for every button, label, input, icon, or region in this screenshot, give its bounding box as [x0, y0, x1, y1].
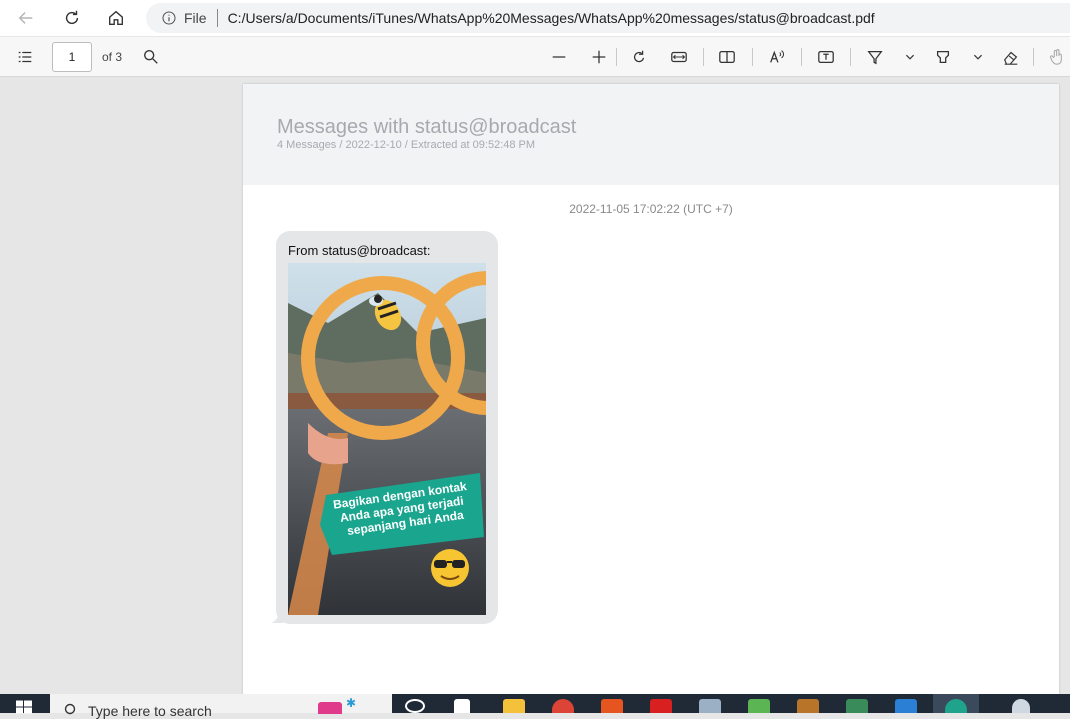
home-icon: [109, 10, 123, 25]
taskbar: Type here to search ✱: [0, 694, 1070, 719]
rotate-button[interactable]: [628, 46, 650, 68]
arrow-left-icon: [18, 12, 33, 24]
file-explorer-icon[interactable]: [503, 699, 525, 713]
search-icon: [64, 703, 76, 715]
document-subtitle: 4 Messages / 2022-12-10 / Extracted at 0…: [277, 139, 536, 151]
page-view-button[interactable]: [716, 46, 738, 68]
zoom-out-button[interactable]: [548, 46, 570, 68]
text-box-icon: [818, 50, 834, 64]
url-field[interactable]: File C:/Users/a/Documents/iTunes/WhatsAp…: [146, 3, 1070, 33]
chevron-down-icon: [905, 54, 915, 60]
app-sublime-icon[interactable]: [797, 699, 819, 713]
zoom-in-button[interactable]: [588, 46, 610, 68]
highlight-options-dropdown[interactable]: [967, 46, 989, 68]
url-scheme-label: File: [184, 10, 207, 26]
refresh-button[interactable]: [56, 2, 88, 34]
office-icon[interactable]: [601, 699, 623, 713]
chrome-icon[interactable]: [552, 699, 574, 713]
app-blue-icon[interactable]: [895, 699, 917, 713]
status-image: Bagikan dengan kontak Anda apa yang terj…: [288, 263, 486, 615]
draw-button[interactable]: [864, 46, 886, 68]
taskbar-search-box[interactable]: Type here to search ✱: [50, 694, 392, 719]
highlighter-icon: [936, 50, 950, 64]
table-of-contents-button[interactable]: [14, 46, 36, 68]
hand-icon: [1049, 49, 1062, 65]
back-button[interactable]: [10, 2, 42, 34]
status-image-artwork: Bagikan dengan kontak Anda apa yang terj…: [288, 263, 486, 615]
pdf-page: Messages with status@broadcast 4 Message…: [243, 84, 1059, 694]
app-shield-icon[interactable]: [846, 699, 868, 713]
url-text[interactable]: C:/Users/a/Documents/iTunes/WhatsApp%20M…: [228, 10, 875, 26]
toolbar-divider: [1033, 48, 1034, 66]
add-text-button[interactable]: [815, 46, 837, 68]
app-red-icon[interactable]: [650, 699, 672, 713]
windows-start-icon[interactable]: [16, 700, 32, 713]
draw-icon: [867, 50, 883, 65]
page-total-label: of 3: [102, 50, 123, 64]
rotate-icon: [633, 50, 645, 63]
app-paint-icon[interactable]: [748, 699, 770, 713]
sparkle-icon: ✱: [346, 696, 357, 710]
minus-icon: [552, 56, 566, 58]
fit-width-icon: [671, 51, 687, 63]
eraser-icon: [1004, 51, 1018, 65]
message-sender: From status@broadcast:: [288, 243, 431, 258]
highlight-button[interactable]: [932, 46, 954, 68]
touch-mode-button[interactable]: [1046, 46, 1068, 68]
taskbar-search-placeholder: Type here to search: [88, 703, 212, 719]
widget-icon[interactable]: [318, 702, 342, 714]
pdf-viewer[interactable]: Messages with status@broadcast 4 Message…: [0, 78, 1070, 694]
fit-width-button[interactable]: [668, 46, 690, 68]
cortana-icon[interactable]: [405, 699, 425, 713]
toolbar-divider: [801, 48, 802, 66]
page-view-icon: [719, 50, 735, 64]
toolbar-divider: [703, 48, 704, 66]
toolbar-divider: [752, 48, 753, 66]
pdf-toolbar: 1 of 3: [0, 37, 1070, 77]
message-bubble: From status@broadcast: Bagikan dengan ko…: [276, 231, 498, 624]
search-icon: [144, 50, 158, 64]
erase-button[interactable]: [1000, 46, 1022, 68]
task-view-icon[interactable]: [454, 699, 470, 713]
document-title: Messages with status@broadcast: [277, 116, 577, 138]
document-header: Messages with status@broadcast 4 Message…: [243, 84, 1059, 185]
message-timestamp: 2022-11-05 17:02:22 (UTC +7): [569, 202, 733, 216]
url-divider: [216, 9, 218, 27]
page-number-input[interactable]: 1: [52, 42, 92, 72]
refresh-icon: [65, 10, 79, 25]
toolbar-divider: [850, 48, 851, 66]
toolbar-divider: [616, 48, 617, 66]
find-button[interactable]: [140, 46, 162, 68]
app-notes-icon[interactable]: [699, 699, 721, 713]
plus-icon: [592, 50, 606, 64]
list-icon: [18, 51, 32, 63]
weather-icon[interactable]: [1012, 699, 1030, 713]
read-aloud-icon: [770, 50, 785, 63]
info-icon[interactable]: [161, 10, 177, 26]
read-aloud-button[interactable]: [766, 46, 788, 68]
chevron-down-icon: [973, 54, 983, 60]
browser-address-bar: File C:/Users/a/Documents/iTunes/WhatsAp…: [0, 0, 1070, 36]
home-button[interactable]: [100, 2, 132, 34]
draw-options-dropdown[interactable]: [899, 46, 921, 68]
sunglasses-emoji-icon: [431, 549, 469, 587]
